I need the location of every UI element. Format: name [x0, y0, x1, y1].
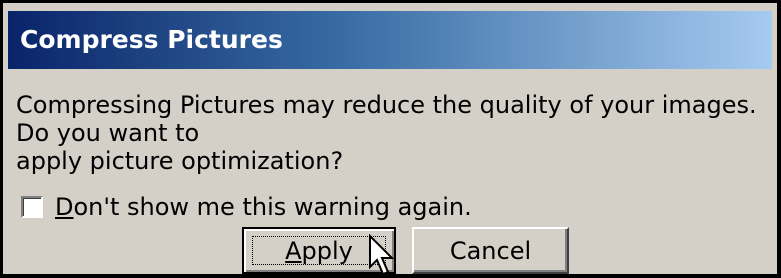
label-mnemonic: D	[55, 193, 74, 221]
cancel-button[interactable]: Cancel	[412, 227, 569, 274]
dialog-title: Compress Pictures	[20, 25, 283, 54]
cancel-button-label: Cancel	[449, 236, 532, 265]
focus-ring	[252, 236, 386, 265]
title-bar[interactable]: Compress Pictures	[8, 11, 772, 69]
dont-show-again-checkbox[interactable]	[21, 196, 43, 218]
dont-show-again-option[interactable]: Don't show me this warning again.	[21, 191, 472, 223]
label-text: on't show me this warning again.	[73, 193, 472, 221]
dont-show-again-label[interactable]: Don't show me this warning again.	[55, 193, 472, 221]
arrow-cursor-icon	[369, 234, 395, 276]
dialog-message: Compressing Pictures may reduce the qual…	[16, 91, 757, 175]
